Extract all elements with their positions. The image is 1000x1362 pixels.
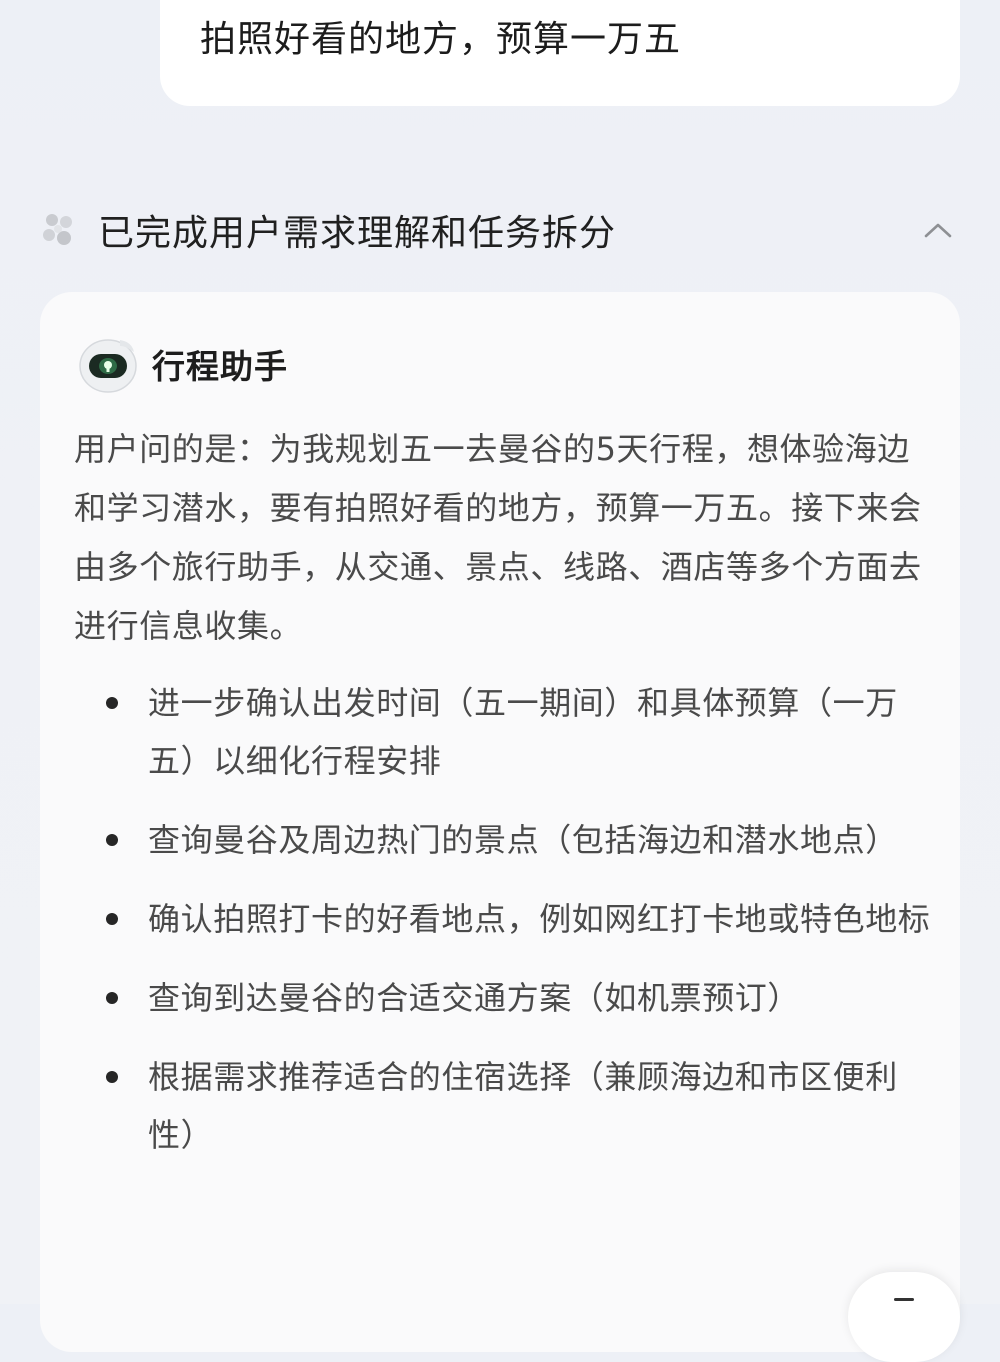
bullet-dot xyxy=(106,697,118,709)
task-status-text: 已完成用户需求理解和任务拆分 xyxy=(98,213,617,254)
task-status-row[interactable]: 已完成用户需求理解和任务拆分 xyxy=(40,200,960,260)
task-list: 进一步确认出发时间（五一期间）和具体预算（一万五）以细化行程安排 查询曼谷及周边… xyxy=(74,674,936,1185)
assistant-card: 行程助手 用户问的是：为我规划五一去曼谷的5天行程，想体验海边和学习潜水，要有拍… xyxy=(40,292,960,1352)
chevron-up-icon[interactable] xyxy=(916,208,960,252)
task-text: 查询曼谷及周边热门的景点（包括海边和潜水地点） xyxy=(148,821,898,859)
sparkle-cluster-icon xyxy=(40,211,78,249)
user-message-bubble: 拍照好看的地方，预算一万五 xyxy=(160,0,960,106)
agent-header: 行程助手 xyxy=(76,332,288,396)
task-text: 根据需求推荐适合的住宿选择（兼顾海边和市区便利性） xyxy=(148,1058,898,1154)
bullet-dot xyxy=(106,992,118,1004)
agent-summary: 用户问的是：为我规划五一去曼谷的5天行程，想体验海边和学习潜水，要有拍照好看的地… xyxy=(74,430,922,645)
task-text: 查询到达曼谷的合适交通方案（如机票预订） xyxy=(148,979,801,1017)
task-text: 确认拍照打卡的好看地点，例如网红打卡地或特色地标 xyxy=(148,900,931,938)
list-item: 查询到达曼谷的合适交通方案（如机票预订） xyxy=(74,969,936,1027)
bullet-dot xyxy=(106,913,118,925)
list-item: 根据需求推荐适合的住宿选择（兼顾海边和市区便利性） xyxy=(74,1048,936,1164)
robot-avatar-icon xyxy=(76,332,140,396)
list-item: 进一步确认出发时间（五一期间）和具体预算（一万五）以细化行程安排 xyxy=(74,674,936,790)
user-message-text: 拍照好看的地方，预算一万五 xyxy=(200,19,682,60)
task-text: 进一步确认出发时间（五一期间）和具体预算（一万五）以细化行程安排 xyxy=(148,684,898,780)
list-item: 确认拍照打卡的好看地点，例如网红打卡地或特色地标 xyxy=(74,890,936,948)
floating-action-button[interactable] xyxy=(848,1272,960,1362)
bullet-dot xyxy=(106,1071,118,1083)
bullet-dot xyxy=(106,834,118,846)
fab-icon xyxy=(894,1298,914,1301)
agent-name: 行程助手 xyxy=(152,347,288,386)
list-item: 查询曼谷及周边热门的景点（包括海边和潜水地点） xyxy=(74,811,936,869)
